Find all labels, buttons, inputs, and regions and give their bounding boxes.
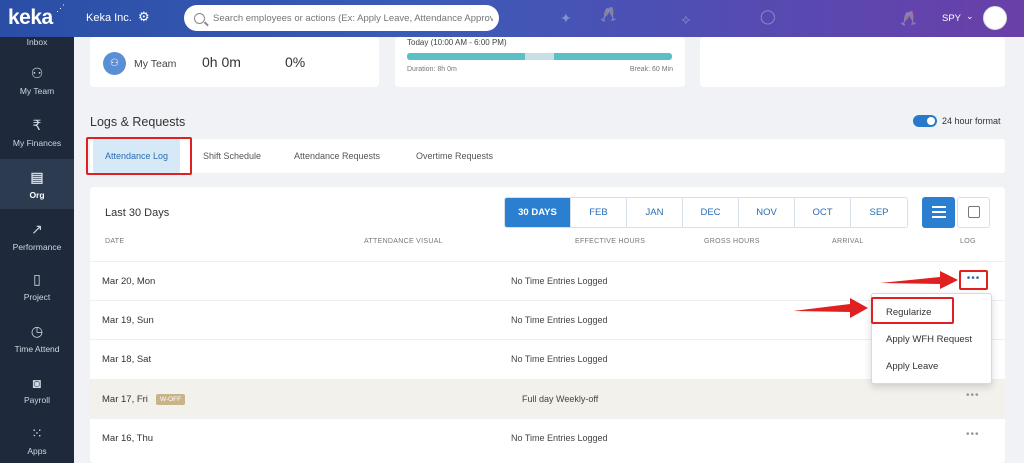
annotation-arrows [793, 271, 958, 318]
arrow-to-more-button [880, 271, 958, 289]
arrow-to-regularize [793, 298, 868, 318]
